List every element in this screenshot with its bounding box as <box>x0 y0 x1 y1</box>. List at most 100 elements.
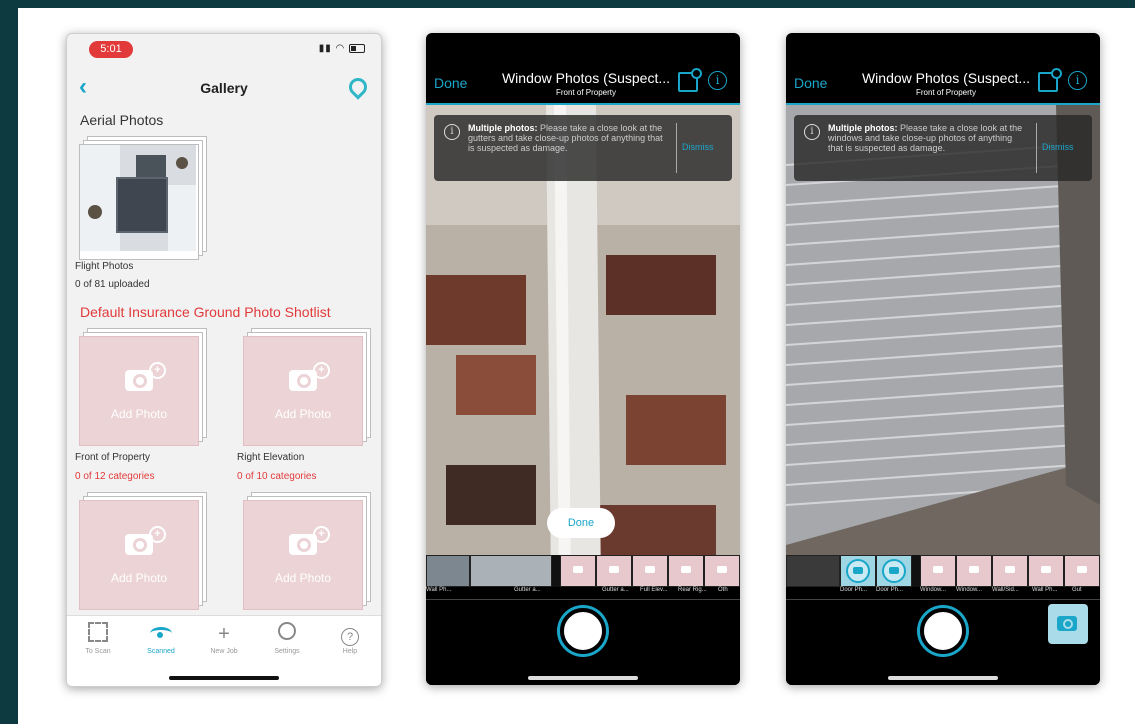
camera-icon <box>882 559 906 583</box>
banner-bold: Multiple photos: <box>828 123 898 133</box>
thumb-label: Wall Ph... <box>1032 587 1058 593</box>
shutter-button[interactable] <box>560 608 606 654</box>
category-thumb[interactable] <box>840 555 876 587</box>
tab-new-job[interactable]: + New Job <box>199 622 249 655</box>
help-icon: ? <box>341 628 359 646</box>
shotlist-title: Default Insurance Ground Photo Shotlist <box>80 304 331 320</box>
thumb-label: Gut <box>1072 587 1082 593</box>
scan-icon <box>88 622 108 642</box>
thumb-label: Full Elev... <box>640 587 668 593</box>
category-thumb[interactable] <box>1028 555 1064 587</box>
category-thumb[interactable] <box>920 555 956 587</box>
instruction-banner: i Multiple photos: Please take a close l… <box>794 115 1092 181</box>
banner-divider <box>1036 123 1037 173</box>
category-thumb[interactable] <box>876 555 912 587</box>
shotlist-tile[interactable]: + Add Photo <box>79 492 207 610</box>
scanned-icon <box>150 627 172 640</box>
category-thumb[interactable] <box>786 555 840 587</box>
banner-text: Multiple photos: Please take a close loo… <box>468 123 668 153</box>
banner-text: Multiple photos: Please take a close loo… <box>828 123 1028 153</box>
nav-bar: ‹ Gallery <box>67 74 381 100</box>
category-thumb[interactable] <box>992 555 1028 587</box>
category-thumb[interactable] <box>426 555 470 587</box>
info-icon[interactable]: i <box>1068 71 1087 90</box>
done-button[interactable]: Done <box>434 75 467 91</box>
add-photo-tile[interactable]: + Add Photo <box>79 500 199 610</box>
house-camera-icon[interactable] <box>678 68 702 92</box>
tile-label: Front of Property <box>75 452 151 463</box>
tab-to-scan[interactable]: To Scan <box>73 622 123 655</box>
tab-label: Scanned <box>147 648 175 655</box>
thumbnail-labels: Wall Ph... Gutter a... Gutter a... Full … <box>426 587 740 597</box>
tile-count: 0 of 10 categories <box>237 471 317 482</box>
flight-photos-label: Flight Photos <box>75 261 134 272</box>
house-camera-icon[interactable] <box>1038 68 1062 92</box>
shutter-bar <box>786 599 1100 685</box>
tab-help[interactable]: ? Help <box>325 622 375 655</box>
thumb-label: Window... <box>920 587 947 593</box>
category-thumbnails <box>426 555 740 587</box>
add-photo-tile[interactable]: + Add Photo <box>79 336 199 446</box>
category-thumb[interactable] <box>560 555 596 587</box>
plus-icon: + <box>149 362 166 379</box>
shotlist-tile[interactable]: + Add Photo <box>243 492 371 610</box>
camera-switch-icon[interactable] <box>1048 604 1088 644</box>
floating-done-button[interactable]: Done <box>547 508 615 538</box>
thumb-label: Wall Ph... <box>426 587 452 593</box>
done-button[interactable]: Done <box>794 75 827 91</box>
plus-icon: + <box>313 526 330 543</box>
camera-subtitle: Front of Property <box>555 88 617 97</box>
banner-bold: Multiple photos: <box>468 123 538 133</box>
category-thumbnails <box>786 555 1100 587</box>
tile-count: 0 of 12 categories <box>75 471 155 482</box>
category-thumb[interactable] <box>470 555 552 587</box>
thumb-label: Door Ph... <box>840 587 868 593</box>
thumb-label: Gutter a... <box>514 587 541 593</box>
category-thumb[interactable] <box>668 555 704 587</box>
add-photo-tile[interactable]: + Add Photo <box>243 336 363 446</box>
info-icon[interactable]: i <box>708 71 727 90</box>
instruction-banner: i Multiple photos: Please take a close l… <box>434 115 732 181</box>
category-thumb[interactable] <box>596 555 632 587</box>
status-time: 5:01 <box>89 41 133 58</box>
battery-icon <box>349 43 365 53</box>
shutter-button[interactable] <box>920 608 966 654</box>
category-thumb[interactable] <box>956 555 992 587</box>
thumb-label: Gutter a... <box>602 587 629 593</box>
info-icon: i <box>804 124 820 140</box>
status-bar: 5:01 ▮▮ ◠ <box>67 34 381 62</box>
tab-settings[interactable]: Settings <box>262 622 312 655</box>
thumbnail-labels: Door Ph... Door Ph... Window... Window..… <box>786 587 1100 597</box>
home-indicator <box>528 676 638 680</box>
add-photo-label: Add Photo <box>110 571 168 585</box>
status-icons: ▮▮ ◠ <box>319 43 365 54</box>
shutter-bar <box>426 599 740 685</box>
tab-label: To Scan <box>85 648 111 655</box>
add-photo-label: Add Photo <box>110 407 168 421</box>
signal-icon: ▮▮ <box>318 43 332 54</box>
dismiss-button[interactable]: Dismiss <box>682 142 714 152</box>
category-thumb[interactable] <box>1064 555 1100 587</box>
category-thumb[interactable] <box>632 555 668 587</box>
thumb-label: Door Ph... <box>876 587 904 593</box>
plus-icon: + <box>149 526 166 543</box>
camera-title: Window Photos (Suspect... <box>861 70 1031 86</box>
gallery-phone: 5:01 ▮▮ ◠ ‹ Gallery Aerial Photos Flight… <box>66 33 382 687</box>
tab-scanned[interactable]: Scanned <box>136 622 186 655</box>
thumb-label: Rear Rig... <box>678 587 707 593</box>
camera-subtitle: Front of Property <box>915 88 977 97</box>
add-photo-tile[interactable]: + Add Photo <box>243 500 363 610</box>
category-thumb[interactable] <box>704 555 740 587</box>
gear-icon <box>278 622 296 640</box>
flight-photos-stack[interactable] <box>79 136 209 262</box>
camera-header: Done Window Photos (Suspect... Front of … <box>786 65 1100 105</box>
add-photo-label: Add Photo <box>274 571 332 585</box>
thumb-label: Oth <box>718 587 728 593</box>
thumb-label: Wall/Sid... <box>992 587 1019 593</box>
camera-icon <box>846 559 870 583</box>
home-indicator <box>888 676 998 680</box>
tab-label: Settings <box>274 648 300 655</box>
right-elevation-tile[interactable]: + Add Photo <box>243 328 371 446</box>
dismiss-button[interactable]: Dismiss <box>1042 142 1074 152</box>
front-of-property-tile[interactable]: + Add Photo <box>79 328 207 446</box>
